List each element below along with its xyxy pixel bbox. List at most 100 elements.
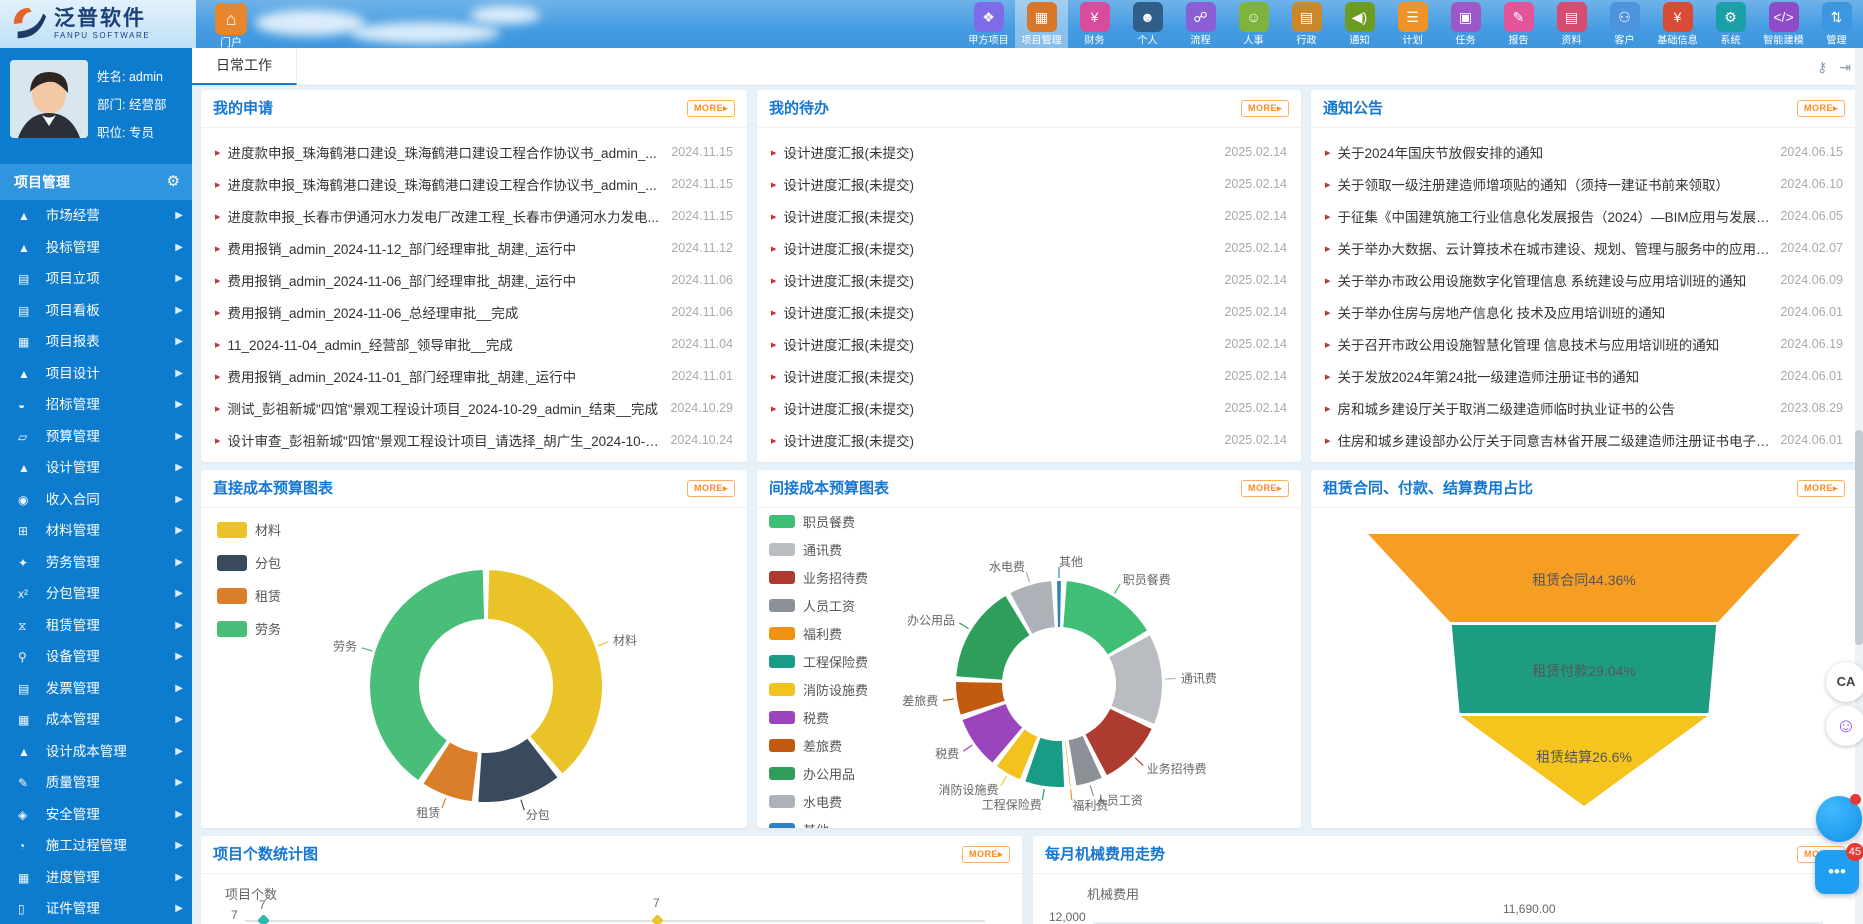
list-item[interactable]: ▸ 设计审查_彭祖新城"四馆"景观工程设计项目_请选择_胡广生_2024-10-… (201, 424, 747, 456)
sidebar-item[interactable]: ✦ 劳务管理 ▶ (0, 547, 192, 579)
topnav-item[interactable]: ❖ 甲方项目 (962, 0, 1015, 48)
data-point-marker[interactable] (651, 914, 664, 924)
list-item[interactable]: ▸ 关于召开市政公用设施智慧化管理 信息技术与应用培训班的通知 2024.06.… (1311, 328, 1857, 360)
list-item[interactable]: ▸ 设计进度汇报(未提交) 2025.02.14 (757, 168, 1301, 200)
topnav-item[interactable]: ☺ 人事 (1227, 0, 1280, 48)
legend-item[interactable]: 分包 (217, 553, 281, 572)
collapse-icon[interactable]: ⇥ (1839, 59, 1851, 75)
topnav-item[interactable]: ¥ 基础信息 (1651, 0, 1704, 48)
sidebar-item[interactable]: ⊞ 材料管理 ▶ (0, 515, 192, 547)
list-item[interactable]: ▸ 费用报销_admin_2024-11-01_部门经理审批_胡建,_运行中 2… (201, 360, 747, 392)
legend-item[interactable]: 消防设施费 (769, 680, 868, 699)
legend-item[interactable]: 办公用品 (769, 764, 868, 783)
legend-item[interactable]: 水电费 (769, 792, 868, 811)
more-button[interactable]: MORE▸ (1797, 480, 1845, 497)
list-item[interactable]: ▸ 费用报销_admin_2024-11-06_部门经理审批_胡建,_运行中 2… (201, 264, 747, 296)
sidebar-item[interactable]: ⧖ 租赁管理 ▶ (0, 610, 192, 642)
sidebar-item[interactable]: ▯ 证件管理 ▶ (0, 893, 192, 924)
assistant-emoji-button[interactable]: ☺ (1826, 706, 1863, 746)
avatar[interactable] (10, 60, 88, 138)
list-item[interactable]: ▸ 费用报销_admin_2024-11-12_部门经理审批_胡建,_运行中 2… (201, 232, 747, 264)
sidebar-item[interactable]: ◈ 安全管理 ▶ (0, 799, 192, 831)
legend-item[interactable]: 租赁 (217, 586, 281, 605)
sidebar-item[interactable]: ▲ 设计成本管理 ▶ (0, 736, 192, 768)
list-item[interactable]: ▸ 设计进度汇报(未提交) 2025.02.14 (757, 136, 1301, 168)
more-button[interactable]: MORE▸ (1241, 480, 1289, 497)
topnav-item[interactable]: ☍ 流程 (1174, 0, 1227, 48)
legend-item[interactable]: 业务招待费 (769, 568, 868, 587)
topnav-item[interactable]: ⇅ 管理 (1810, 0, 1863, 48)
legend-item[interactable]: 劳务 (217, 619, 281, 638)
legend-item[interactable]: 福利费 (769, 624, 868, 643)
project-count-chart[interactable]: 项目个数 7 7 7 (201, 874, 1022, 924)
topnav-item-portal[interactable]: ⌂ 门户 (208, 2, 254, 50)
list-item[interactable]: ▸ 关于举办市政公用设施数字化管理信息 系统建设与应用培训班的通知 2024.0… (1311, 264, 1857, 296)
list-item[interactable]: ▸ 关于举办住房与房地产信息化 技术及应用培训班的通知 2024.06.01 (1311, 296, 1857, 328)
topnav-item[interactable]: ☻ 个人 (1121, 0, 1174, 48)
list-item[interactable]: ▸ 关于领取一级注册建造师增项贴的通知（须持一建证书前来领取） 2024.06.… (1311, 168, 1857, 200)
sidebar-item[interactable]: ▦ 成本管理 ▶ (0, 704, 192, 736)
list-item[interactable]: ▸ 关于2024年国庆节放假安排的通知 2024.06.15 (1311, 136, 1857, 168)
list-item[interactable]: ▸ 设计进度汇报(未提交) 2025.02.14 (757, 232, 1301, 264)
lease-funnel-chart[interactable]: 租赁合同44.36% 租赁付款29.04% 租赁结算26.6% (1368, 534, 1800, 806)
list-item[interactable]: ▸ 费用报销_admin_2024-11-06_总经理审批__完成 2024.1… (201, 296, 747, 328)
sidebar-item[interactable]: ▤ 项目立项 ▶ (0, 263, 192, 295)
list-item[interactable]: ▸ 进度款申报_长春市伊通河水力发电厂改建工程_长春市伊通河水力发电... 20… (201, 200, 747, 232)
list-item[interactable]: ▸ 关于举办大数据、云计算技术在城市建设、规划、管理与服务中的应用培训班... … (1311, 232, 1857, 264)
scrollbar-thumb[interactable] (1855, 430, 1863, 645)
list-item[interactable]: ▸ 进度款申报_珠海鹤港口建设_珠海鹤港口建设工程合作协议书_admin_...… (201, 136, 747, 168)
legend-item[interactable]: 通讯费 (769, 540, 868, 559)
topnav-item[interactable]: ▤ 资料 (1545, 0, 1598, 48)
topnav-item[interactable]: ⚙ 系统 (1704, 0, 1757, 48)
list-item[interactable]: ▸ 进度款申报_珠海鹤港口建设_珠海鹤港口建设工程合作协议书_admin_...… (201, 168, 747, 200)
list-item[interactable]: ▸ 设计进度汇报(未提交) 2025.02.14 (757, 424, 1301, 456)
topnav-item[interactable]: ¥ 财务 (1068, 0, 1121, 48)
list-item[interactable]: ▸ 11_2024-11-04_admin_经营部_领导审批__完成 2024.… (201, 328, 747, 360)
sidebar-item[interactable]: ▲ 市场经营 ▶ (0, 200, 192, 232)
list-item[interactable]: ▸ 住房和城乡建设部办公厅关于同意吉林省开展二级建造师注册证书电子化试点... … (1311, 424, 1857, 456)
more-button[interactable]: MORE▸ (962, 846, 1010, 863)
list-item[interactable]: ▸ 设计进度汇报(未提交) 2025.02.14 (757, 328, 1301, 360)
sidebar-item[interactable]: ◔ 施工过程管理 ▶ (0, 830, 192, 862)
sidebar-section-header[interactable]: 项目管理 ⚙ (0, 164, 192, 200)
sidebar-item[interactable]: ▦ 进度管理 ▶ (0, 862, 192, 894)
topnav-item[interactable]: ✎ 报告 (1492, 0, 1545, 48)
sidebar-item[interactable]: ✎ 质量管理 ▶ (0, 767, 192, 799)
topnav-item[interactable]: ▦ 项目管理 (1015, 0, 1068, 48)
more-button[interactable]: MORE▸ (1241, 100, 1289, 117)
legend-item[interactable]: 职员餐费 (769, 512, 868, 531)
list-item[interactable]: ▸ 设计进度汇报(未提交) 2025.02.14 (757, 360, 1301, 392)
chat-button[interactable]: ••• 45 (1815, 850, 1859, 894)
sidebar-item[interactable]: ◉ 收入合同 ▶ (0, 484, 192, 516)
topnav-item[interactable]: ▣ 任务 (1439, 0, 1492, 48)
legend-item[interactable]: 税费 (769, 708, 868, 727)
key-icon[interactable]: ⚷ (1817, 59, 1827, 75)
list-item[interactable]: ▸ 房和城乡建设厅关于取消二级建造师临时执业证书的公告 2023.08.29 (1311, 392, 1857, 424)
topnav-item[interactable]: ▤ 行政 (1280, 0, 1333, 48)
list-item[interactable]: ▸ 关于发放2024年第24批一级建造师注册证书的通知 2024.06.01 (1311, 360, 1857, 392)
vertical-scrollbar[interactable] (1855, 48, 1863, 924)
data-point-marker[interactable] (257, 914, 270, 924)
topnav-item[interactable]: ☰ 计划 (1386, 0, 1439, 48)
legend-item[interactable]: 材料 (217, 520, 281, 539)
ca-certificate-button[interactable]: CA (1826, 662, 1863, 702)
sidebar-item[interactable]: ▲ 投标管理 ▶ (0, 232, 192, 264)
legend-item[interactable]: 工程保险费 (769, 652, 868, 671)
legend-item[interactable]: 差旅费 (769, 736, 868, 755)
list-item[interactable]: ▸ 设计进度汇报(未提交) 2025.02.14 (757, 296, 1301, 328)
list-item[interactable]: ▸ 设计进度汇报(未提交) 2025.02.14 (757, 264, 1301, 296)
tab-daily-work[interactable]: 日常工作 (192, 48, 297, 85)
topnav-item[interactable]: ◀) 通知 (1333, 0, 1386, 48)
sidebar-item[interactable]: ▱ 预算管理 ▶ (0, 421, 192, 453)
sidebar-item[interactable]: ▲ 设计管理 ▶ (0, 452, 192, 484)
sidebar-item[interactable]: ▲ 项目设计 ▶ (0, 358, 192, 390)
gear-icon[interactable]: ⚙ (167, 164, 180, 200)
sidebar-item[interactable]: ◒ 招标管理 ▶ (0, 389, 192, 421)
list-item[interactable]: ▸ 测试_彭祖新城"四馆"景观工程设计项目_2024-10-29_admin_结… (201, 392, 747, 424)
more-button[interactable]: MORE▸ (1797, 100, 1845, 117)
more-button[interactable]: MORE▸ (687, 100, 735, 117)
legend-item[interactable]: 其他 (769, 820, 868, 828)
notification-bubble-button[interactable] (1816, 796, 1862, 842)
sidebar-item[interactable]: x² 分包管理 ▶ (0, 578, 192, 610)
more-button[interactable]: MORE▸ (687, 480, 735, 497)
